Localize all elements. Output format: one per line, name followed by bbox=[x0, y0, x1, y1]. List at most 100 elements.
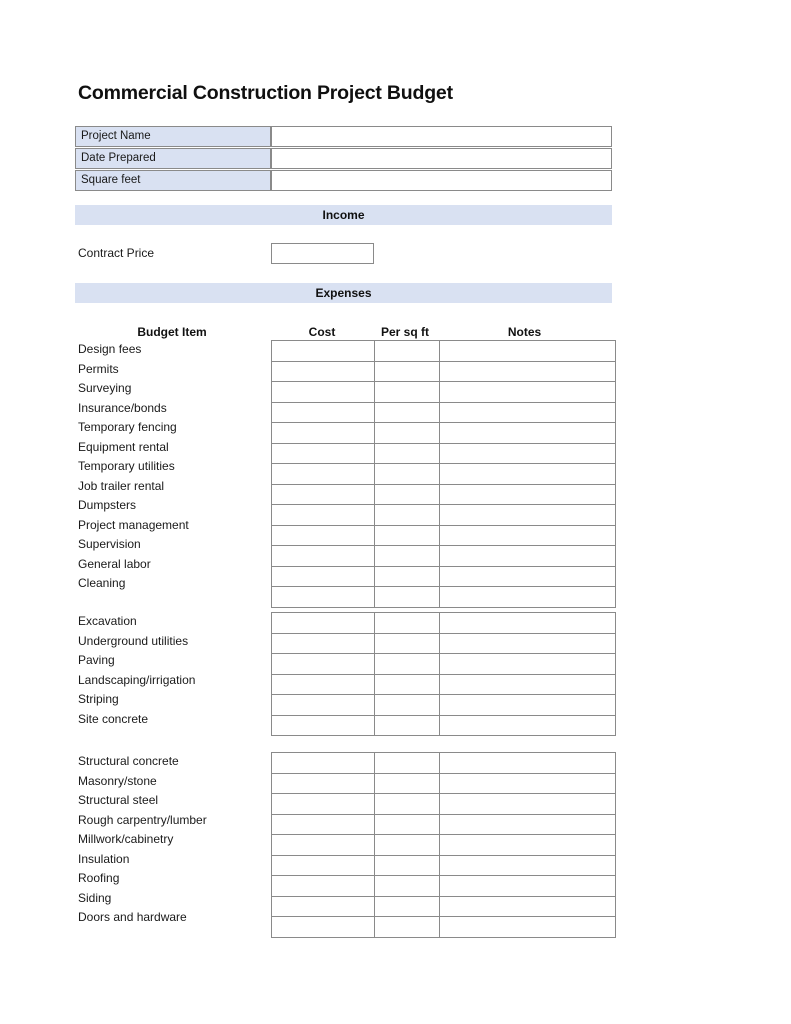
per-sq-ft-cell[interactable] bbox=[374, 653, 440, 675]
cost-cell[interactable] bbox=[271, 793, 375, 815]
notes-cell[interactable] bbox=[439, 612, 616, 634]
cost-cell[interactable] bbox=[271, 442, 375, 464]
per-sq-ft-cell[interactable] bbox=[374, 854, 440, 876]
per-sq-ft-cell[interactable] bbox=[374, 673, 440, 695]
budget-item-label: Rough carpentry/lumber bbox=[78, 812, 207, 827]
notes-cell[interactable] bbox=[439, 714, 616, 736]
notes-cell[interactable] bbox=[439, 422, 616, 444]
per-sq-ft-cell[interactable] bbox=[374, 504, 440, 526]
notes-cell[interactable] bbox=[439, 895, 616, 917]
notes-cell[interactable] bbox=[439, 752, 616, 774]
cost-cell[interactable] bbox=[271, 895, 375, 917]
cost-cell[interactable] bbox=[271, 916, 375, 938]
per-sq-ft-cell[interactable] bbox=[374, 463, 440, 485]
cost-cell[interactable] bbox=[271, 565, 375, 587]
notes-cell[interactable] bbox=[439, 694, 616, 716]
notes-cell[interactable] bbox=[439, 340, 616, 362]
notes-cell[interactable] bbox=[439, 854, 616, 876]
per-sq-ft-cell[interactable] bbox=[374, 586, 440, 608]
per-sq-ft-cell[interactable] bbox=[374, 381, 440, 403]
cost-cell[interactable] bbox=[271, 813, 375, 835]
per-sq-ft-cell[interactable] bbox=[374, 694, 440, 716]
notes-cell[interactable] bbox=[439, 632, 616, 654]
cost-cell[interactable] bbox=[271, 401, 375, 423]
notes-cell[interactable] bbox=[439, 381, 616, 403]
notes-cell[interactable] bbox=[439, 565, 616, 587]
notes-cell[interactable] bbox=[439, 793, 616, 815]
cost-cell[interactable] bbox=[271, 545, 375, 567]
per-sq-ft-cell[interactable] bbox=[374, 422, 440, 444]
cost-cell[interactable] bbox=[271, 586, 375, 608]
square-feet-input[interactable] bbox=[271, 170, 612, 191]
per-sq-ft-cell[interactable] bbox=[374, 916, 440, 938]
notes-cell[interactable] bbox=[439, 442, 616, 464]
per-sq-ft-cell[interactable] bbox=[374, 813, 440, 835]
cost-cell[interactable] bbox=[271, 612, 375, 634]
date-prepared-label: Date Prepared bbox=[75, 148, 271, 169]
per-sq-ft-cell[interactable] bbox=[374, 714, 440, 736]
table-row bbox=[271, 694, 616, 716]
table-row bbox=[271, 875, 616, 897]
notes-cell[interactable] bbox=[439, 875, 616, 897]
notes-cell[interactable] bbox=[439, 673, 616, 695]
notes-cell[interactable] bbox=[439, 360, 616, 382]
cost-cell[interactable] bbox=[271, 463, 375, 485]
per-sq-ft-cell[interactable] bbox=[374, 632, 440, 654]
per-sq-ft-cell[interactable] bbox=[374, 340, 440, 362]
cost-cell[interactable] bbox=[271, 632, 375, 654]
notes-cell[interactable] bbox=[439, 916, 616, 938]
per-sq-ft-cell[interactable] bbox=[374, 483, 440, 505]
cost-cell[interactable] bbox=[271, 422, 375, 444]
cost-cell[interactable] bbox=[271, 360, 375, 382]
per-sq-ft-cell[interactable] bbox=[374, 793, 440, 815]
budget-item-label: Roofing bbox=[78, 871, 120, 885]
per-sq-ft-cell[interactable] bbox=[374, 895, 440, 917]
per-sq-ft-cell[interactable] bbox=[374, 772, 440, 794]
notes-cell[interactable] bbox=[439, 834, 616, 856]
cost-cell[interactable] bbox=[271, 673, 375, 695]
budget-item-label: Temporary fencing bbox=[78, 420, 177, 434]
budget-item-label: Doors and hardware bbox=[78, 910, 187, 924]
per-sq-ft-cell[interactable] bbox=[374, 360, 440, 382]
notes-cell[interactable] bbox=[439, 813, 616, 835]
per-sq-ft-cell[interactable] bbox=[374, 834, 440, 856]
per-sq-ft-cell[interactable] bbox=[374, 442, 440, 464]
notes-cell[interactable] bbox=[439, 772, 616, 794]
cost-cell[interactable] bbox=[271, 714, 375, 736]
cost-cell[interactable] bbox=[271, 834, 375, 856]
per-sq-ft-cell[interactable] bbox=[374, 545, 440, 567]
per-sq-ft-cell[interactable] bbox=[374, 875, 440, 897]
per-sq-ft-cell[interactable] bbox=[374, 524, 440, 546]
cost-cell[interactable] bbox=[271, 483, 375, 505]
per-sq-ft-cell[interactable] bbox=[374, 565, 440, 587]
budget-item-label: Excavation bbox=[78, 614, 137, 628]
cost-cell[interactable] bbox=[271, 772, 375, 794]
notes-cell[interactable] bbox=[439, 653, 616, 675]
cost-cell[interactable] bbox=[271, 340, 375, 362]
budget-item-label: Surveying bbox=[78, 381, 132, 395]
per-sq-ft-cell[interactable] bbox=[374, 612, 440, 634]
cost-cell[interactable] bbox=[271, 854, 375, 876]
per-sq-ft-cell[interactable] bbox=[374, 401, 440, 423]
contract-price-input[interactable] bbox=[271, 243, 374, 264]
cost-cell[interactable] bbox=[271, 381, 375, 403]
cost-cell[interactable] bbox=[271, 524, 375, 546]
notes-cell[interactable] bbox=[439, 545, 616, 567]
budget-item-label: Site concrete bbox=[78, 711, 149, 726]
notes-cell[interactable] bbox=[439, 483, 616, 505]
project-name-input[interactable] bbox=[271, 126, 612, 147]
cost-cell[interactable] bbox=[271, 653, 375, 675]
notes-cell[interactable] bbox=[439, 463, 616, 485]
cost-cell[interactable] bbox=[271, 752, 375, 774]
table-row bbox=[271, 752, 616, 774]
cost-cell[interactable] bbox=[271, 875, 375, 897]
date-prepared-input[interactable] bbox=[271, 148, 612, 169]
notes-cell[interactable] bbox=[439, 524, 616, 546]
expense-group-labels: Design fees Permits Surveying Insurance/bon… bbox=[78, 340, 268, 594]
notes-cell[interactable] bbox=[439, 586, 616, 608]
cost-cell[interactable] bbox=[271, 694, 375, 716]
notes-cell[interactable] bbox=[439, 504, 616, 526]
per-sq-ft-cell[interactable] bbox=[374, 752, 440, 774]
notes-cell[interactable] bbox=[439, 401, 616, 423]
cost-cell[interactable] bbox=[271, 504, 375, 526]
